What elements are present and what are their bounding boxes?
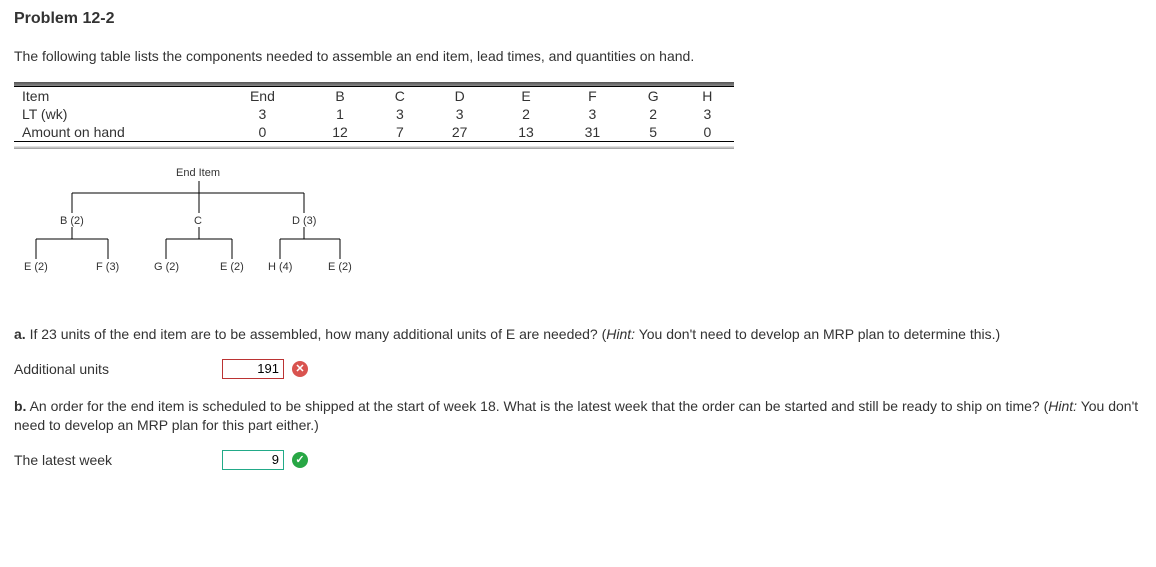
- amt-b: 12: [307, 123, 373, 142]
- amt-c: 7: [373, 123, 426, 142]
- question-b: b. An order for the end item is schedule…: [14, 397, 1142, 436]
- amt-e: 13: [493, 123, 559, 142]
- amt-h: 0: [681, 123, 734, 142]
- lt-e: 2: [493, 105, 559, 123]
- qa-answer-input[interactable]: 191: [222, 359, 284, 379]
- incorrect-icon: ✕: [292, 361, 308, 377]
- qa-hint: You don't need to develop an MRP plan to…: [635, 326, 1000, 342]
- col-d: D: [426, 87, 492, 106]
- tree-l2-3: E (2): [220, 261, 244, 273]
- problem-intro: The following table lists the components…: [14, 48, 1142, 64]
- col-g: G: [626, 87, 681, 106]
- tree-connectors: [24, 167, 404, 307]
- lt-f: 3: [559, 105, 625, 123]
- tree-l2-0: E (2): [24, 261, 48, 273]
- data-table: Item End B C D E F G H LT (wk) 3 1 3 3 2…: [14, 82, 734, 149]
- amt-d: 27: [426, 123, 492, 142]
- row-label-amt: Amount on hand: [14, 123, 218, 142]
- amt-g: 5: [626, 123, 681, 142]
- tree-l1-c: C: [194, 215, 202, 227]
- lt-h: 3: [681, 105, 734, 123]
- row-label-item: Item: [14, 87, 218, 106]
- qb-answer-input[interactable]: 9: [222, 450, 284, 470]
- question-a: a. If 23 units of the end item are to be…: [14, 325, 1142, 345]
- lt-b: 1: [307, 105, 373, 123]
- table-bottom-rule: [14, 146, 734, 149]
- qb-text: An order for the end item is scheduled t…: [26, 398, 1048, 414]
- lt-g: 2: [626, 105, 681, 123]
- correct-icon: ✓: [292, 452, 308, 468]
- tree-l1-b: B (2): [60, 215, 84, 227]
- col-end: End: [218, 87, 307, 106]
- bom-tree: End Item B (2) C D (3) E (2) F (3) G (2)…: [24, 167, 404, 307]
- col-h: H: [681, 87, 734, 106]
- qb-hint-label: Hint:: [1048, 398, 1077, 414]
- lt-d: 3: [426, 105, 492, 123]
- tree-l1-d: D (3): [292, 215, 316, 227]
- problem-title: Problem 12-2: [14, 10, 1142, 28]
- tree-l2-2: G (2): [154, 261, 179, 273]
- col-e: E: [493, 87, 559, 106]
- col-c: C: [373, 87, 426, 106]
- qa-answer-label: Additional units: [14, 361, 214, 377]
- qb-answer-label: The latest week: [14, 452, 214, 468]
- tree-root: End Item: [176, 167, 220, 179]
- col-b: B: [307, 87, 373, 106]
- lt-end: 3: [218, 105, 307, 123]
- qa-prefix: a.: [14, 326, 26, 342]
- qa-hint-label: Hint:: [606, 326, 635, 342]
- amt-end: 0: [218, 123, 307, 142]
- qb-prefix: b.: [14, 398, 26, 414]
- lt-c: 3: [373, 105, 426, 123]
- qa-text: If 23 units of the end item are to be as…: [26, 326, 607, 342]
- tree-l2-4: H (4): [268, 261, 292, 273]
- tree-l2-1: F (3): [96, 261, 119, 273]
- col-f: F: [559, 87, 625, 106]
- tree-l2-5: E (2): [328, 261, 352, 273]
- row-label-lt: LT (wk): [14, 105, 218, 123]
- amt-f: 31: [559, 123, 625, 142]
